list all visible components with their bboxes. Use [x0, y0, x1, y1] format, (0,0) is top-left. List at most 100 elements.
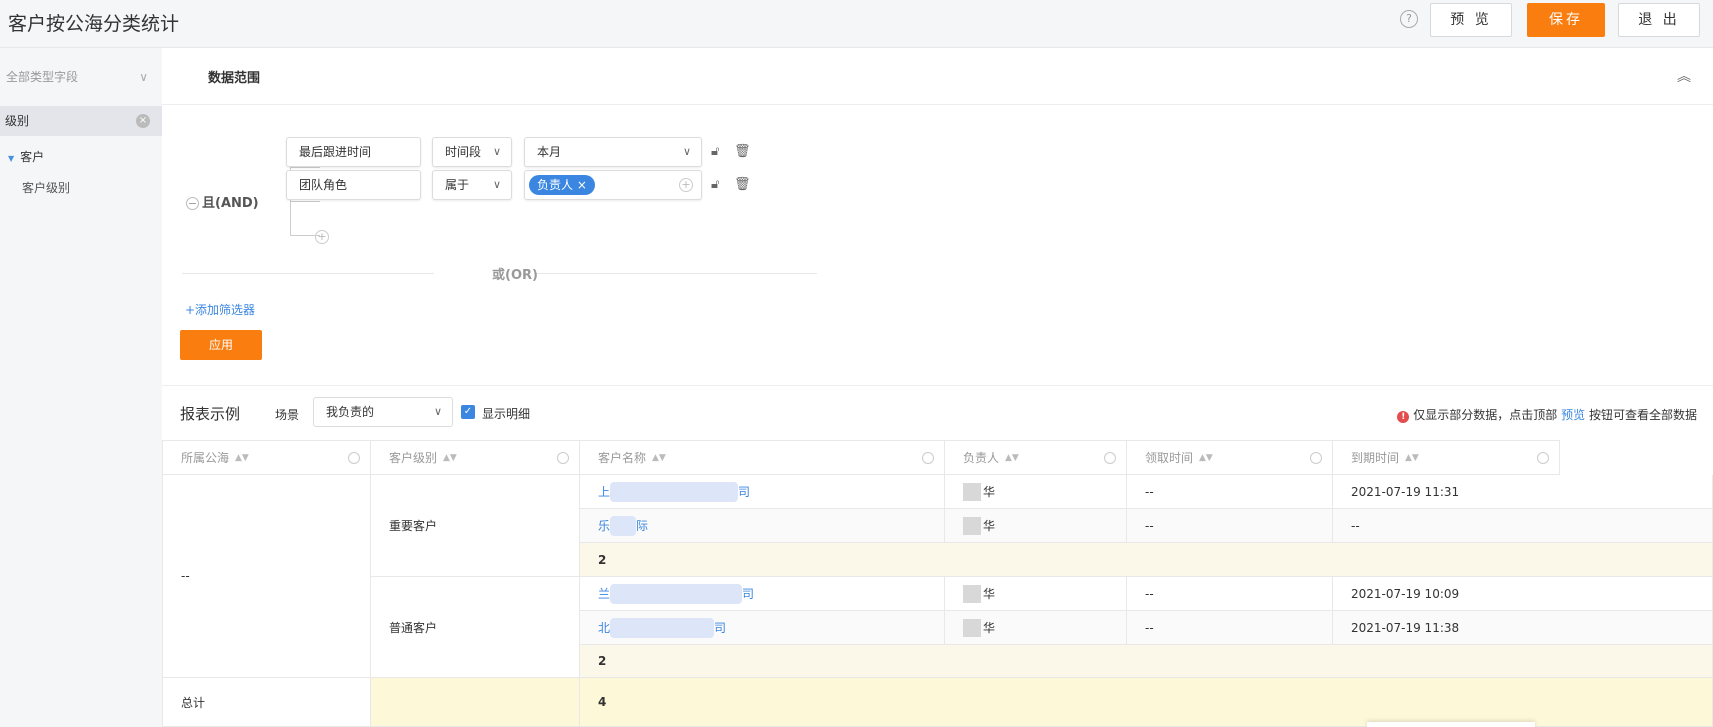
trash-icon[interactable]: 🗑︎	[734, 177, 751, 192]
sort-icon[interactable]: ▲▼	[1199, 453, 1213, 463]
chevron-down-icon: ∨	[433, 405, 442, 418]
divider	[162, 104, 1713, 105]
partial-data-notice: ! 仅显示部分数据，点击顶部 预览 按钮可查看全部数据	[1397, 406, 1697, 423]
column-header[interactable]: 领取时间 ▲▼	[1127, 440, 1333, 475]
total-value-cell: 4	[580, 678, 1713, 727]
add-filter-link[interactable]: +添加筛选器	[185, 301, 255, 318]
sort-icon[interactable]: ▲▼	[443, 453, 457, 463]
operator-label: 属于	[445, 178, 470, 192]
customer-name-cell[interactable]: 上司	[580, 475, 945, 509]
column-menu-icon[interactable]	[348, 452, 360, 464]
column-header[interactable]: 客户级别 ▲▼	[371, 440, 580, 475]
column-menu-icon[interactable]	[1310, 452, 1322, 464]
group-bracket-mid	[290, 201, 320, 202]
condition-value-multiselect[interactable]: 负责人 × +	[524, 170, 702, 200]
preview-button[interactable]: 预 览	[1430, 3, 1512, 37]
claim-time-cell: --	[1127, 509, 1333, 543]
owner-tag[interactable]: 负责人 ×	[529, 175, 595, 195]
redacted-text	[610, 481, 739, 502]
column-header[interactable]: 所属公海 ▲▼	[162, 440, 371, 475]
close-icon[interactable]: ×	[577, 178, 587, 192]
and-label-text: 且(AND)	[202, 196, 259, 211]
level-cell: 普通客户	[371, 577, 580, 678]
scene-value: 我负责的	[326, 405, 375, 419]
expire-time-cell: 2021-07-19 10:09	[1333, 577, 1713, 611]
subtotal-row: 2	[580, 543, 1713, 577]
customer-name-start: 乐	[598, 519, 611, 533]
column-header-label: 负责人	[963, 451, 1000, 465]
chevron-down-icon: ∨	[139, 70, 148, 84]
trash-icon[interactable]: 🗑︎	[734, 144, 751, 159]
selected-field-label: 级别	[5, 114, 30, 128]
field-type-select[interactable]: 全部类型字段 ∨	[0, 62, 162, 92]
column-header[interactable]: 客户名称 ▲▼	[580, 440, 945, 475]
column-menu-icon[interactable]	[1104, 452, 1116, 464]
main-panel: 数据范围 ︽ − 且(AND) + 最后跟进时间 时间段 ∨ 本月 ∨ 🔓︎ 🗑︎ 团…	[162, 48, 1713, 727]
divider	[162, 385, 1713, 386]
expire-time-cell: 2021-07-19 11:31	[1333, 475, 1713, 509]
tree-node-customer[interactable]: ▼ 客户	[8, 148, 44, 165]
customer-name-cell[interactable]: 北司	[580, 611, 945, 645]
sort-icon[interactable]: ▲▼	[1005, 453, 1019, 463]
and-group-label: − 且(AND)	[186, 192, 259, 211]
condition-operator-select[interactable]: 属于 ∨	[432, 170, 512, 200]
save-button[interactable]: 保存	[1527, 3, 1605, 37]
customer-name-cell[interactable]: 乐际	[580, 509, 945, 543]
add-icon[interactable]: +	[679, 178, 693, 192]
caret-down-icon: ▼	[8, 154, 15, 163]
chevron-down-icon: ∨	[492, 178, 501, 191]
owner-name-end: 华	[983, 519, 996, 533]
show-detail-label: 显示明细	[482, 407, 531, 421]
total-label-cell: 总计	[162, 678, 371, 727]
redacted-text	[963, 584, 981, 603]
notice-preview-link[interactable]: 预览	[1561, 408, 1585, 422]
collapse-icon[interactable]: ︽	[1677, 66, 1691, 86]
value-label: 本月	[537, 145, 562, 159]
selected-field-chip[interactable]: 级别 ×	[0, 106, 162, 136]
owner-cell: 华	[945, 611, 1127, 645]
column-header[interactable]: 到期时间 ▲▼	[1333, 440, 1560, 475]
column-menu-icon[interactable]	[557, 452, 569, 464]
scene-select[interactable]: 我负责的 ∨	[313, 397, 453, 427]
tree-node-customer-level[interactable]: 客户级别	[22, 179, 70, 196]
lock-icon[interactable]: 🔓︎	[711, 177, 719, 192]
redacted-text	[610, 583, 743, 604]
show-detail-checkbox[interactable]: ✓	[461, 405, 475, 419]
claim-time-cell: --	[1127, 577, 1333, 611]
sort-icon[interactable]: ▲▼	[652, 453, 666, 463]
help-icon[interactable]: ?	[1400, 10, 1418, 28]
add-condition-icon[interactable]: +	[315, 230, 329, 244]
redacted-text	[963, 482, 981, 501]
owner-cell: 华	[945, 475, 1127, 509]
customer-name-end: 司	[714, 621, 727, 635]
condition-operator-select[interactable]: 时间段 ∨	[432, 137, 512, 167]
condition-value-select[interactable]: 本月 ∨	[524, 137, 702, 167]
customer-name-end: 际	[636, 519, 649, 533]
exit-button[interactable]: 退 出	[1618, 3, 1700, 37]
condition-field-select[interactable]: 最后跟进时间	[286, 137, 421, 167]
notice-prefix: 仅显示部分数据，点击顶部	[1413, 408, 1558, 422]
condition-field-select[interactable]: 团队角色	[286, 170, 421, 200]
apply-button[interactable]: 应用	[180, 330, 262, 360]
customer-name-cell[interactable]: 兰司	[580, 577, 945, 611]
lock-icon[interactable]: 🔓︎	[711, 144, 719, 159]
or-divider-left	[182, 273, 434, 274]
sort-icon[interactable]: ▲▼	[1405, 453, 1419, 463]
or-divider-right	[537, 273, 817, 274]
claim-time-cell: --	[1127, 611, 1333, 645]
column-header-label: 到期时间	[1351, 451, 1400, 465]
column-menu-icon[interactable]	[1537, 452, 1549, 464]
customer-name-end: 司	[742, 587, 755, 601]
page-title: 客户按公海分类统计	[8, 13, 180, 35]
redacted-text	[963, 516, 981, 535]
tree-node-label: 客户	[20, 150, 45, 164]
owner-cell: 华	[945, 509, 1127, 543]
column-menu-icon[interactable]	[922, 452, 934, 464]
close-icon[interactable]: ×	[136, 114, 150, 128]
column-header-label: 客户级别	[389, 451, 438, 465]
redacted-text	[963, 618, 981, 637]
minus-circle-icon[interactable]: −	[186, 197, 199, 210]
warning-icon: !	[1397, 411, 1410, 423]
sort-icon[interactable]: ▲▼	[235, 453, 249, 463]
column-header[interactable]: 负责人 ▲▼	[945, 440, 1127, 475]
